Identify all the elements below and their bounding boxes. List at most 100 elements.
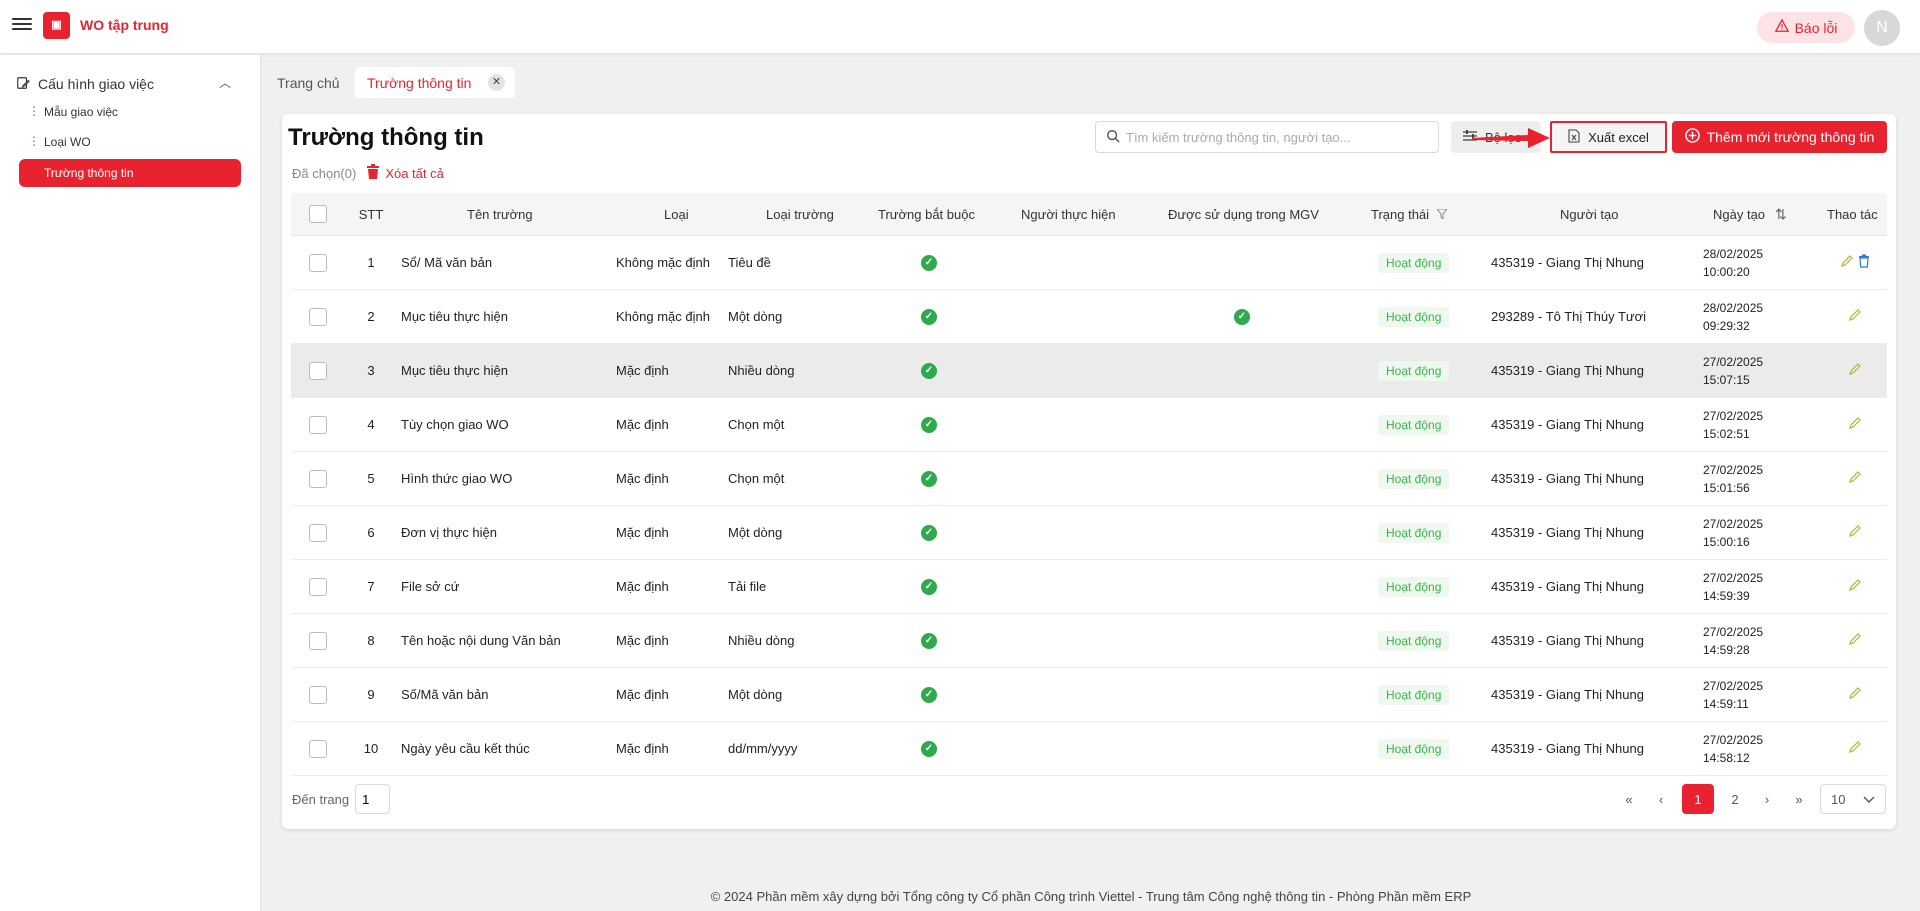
- table-row[interactable]: 9 Số/Mã văn bản Mặc định Một dòng ✓ Hoạt động…: [291, 668, 1887, 722]
- drag-dots-icon: ⋮: [28, 134, 40, 148]
- row-stt: 3: [367, 363, 375, 378]
- page-2-button[interactable]: 2: [1724, 792, 1746, 807]
- main-card: Trường thông tin Đã chọn(0) Xóa tất cả B…: [282, 114, 1896, 829]
- filter-funnel-icon[interactable]: [1436, 207, 1449, 222]
- row-checkbox[interactable]: [309, 469, 327, 488]
- row-name: Mục tiêu thực hiện: [401, 309, 508, 324]
- export-excel-button[interactable]: Xuất excel: [1550, 121, 1667, 153]
- edit-pencil-icon[interactable]: [1848, 524, 1862, 541]
- table-row[interactable]: 7 File sở cứ Mặc định Tải file ✓ Hoạt động 435…: [291, 560, 1887, 614]
- prev-page-icon[interactable]: ‹: [1650, 792, 1672, 807]
- row-checkbox[interactable]: [309, 253, 327, 272]
- row-checkbox[interactable]: [309, 631, 327, 650]
- page-1-button[interactable]: 1: [1682, 784, 1714, 814]
- search-box[interactable]: [1095, 121, 1439, 153]
- edit-pencil-icon[interactable]: [1848, 308, 1862, 325]
- sidebar-item-truong-thong-tin[interactable]: Trường thông tin: [19, 159, 241, 187]
- row-time: 15:07:15: [1703, 372, 1750, 387]
- table-row[interactable]: 5 Hình thức giao WO Mặc định Chọn một ✓ Hoạt …: [291, 452, 1887, 506]
- last-page-icon[interactable]: »: [1788, 792, 1810, 807]
- pagination: « ‹ 1 2 › » 10: [1618, 784, 1886, 814]
- check-circle-icon: ✓: [921, 740, 937, 757]
- row-type: Không mặc định: [616, 309, 710, 324]
- row-checkbox[interactable]: [309, 685, 327, 704]
- check-circle-icon: ✓: [921, 578, 937, 595]
- row-field-type: Chọn một: [728, 417, 785, 432]
- status-badge: Hoạt động: [1378, 252, 1450, 273]
- top-bar: ▣ WO tập trung Báo lỗi N: [0, 0, 1920, 54]
- row-checkbox[interactable]: [309, 361, 327, 380]
- sort-arrows-icon[interactable]: ⇅: [1775, 206, 1787, 223]
- tab-home[interactable]: Trang chủ: [265, 67, 352, 98]
- table-row[interactable]: 1 Sổ/ Mã văn bản Không mặc định Tiêu đề ✓ Hoạ…: [291, 236, 1887, 290]
- goto-page-label: Đến trang: [292, 791, 350, 807]
- delete-all-button[interactable]: Xóa tất cả: [366, 164, 444, 183]
- sidebar-group-label: Cấu hình giao việc: [38, 76, 154, 92]
- row-date: 28/02/2025: [1703, 246, 1764, 261]
- edit-pencil-icon[interactable]: [1848, 416, 1862, 433]
- col-header-creator: Người tạo: [1560, 206, 1619, 222]
- next-page-icon[interactable]: ›: [1756, 792, 1778, 807]
- edit-pencil-icon[interactable]: [1848, 740, 1862, 757]
- first-page-icon[interactable]: «: [1618, 792, 1640, 807]
- hamburger-menu-icon[interactable]: [12, 15, 32, 35]
- row-name: File sở cứ: [401, 579, 460, 594]
- goto-page-input[interactable]: [355, 784, 391, 814]
- row-creator: 435319 - Giang Thị Nhung: [1491, 525, 1644, 540]
- table-row[interactable]: 6 Đơn vị thực hiện Mặc định Một dòng ✓ Hoạt đ…: [291, 506, 1887, 560]
- tab-label: Trường thông tin: [367, 74, 472, 91]
- search-input[interactable]: [1126, 129, 1426, 145]
- edit-pencil-icon[interactable]: [1848, 470, 1862, 487]
- sidebar-item-mau-giao-viec[interactable]: ⋮ Mẫu giao việc: [19, 98, 241, 126]
- check-circle-icon: ✓: [1234, 308, 1250, 325]
- page-size-select[interactable]: 10: [1820, 784, 1886, 814]
- report-bug-button[interactable]: Báo lỗi: [1757, 12, 1855, 43]
- status-badge: Hoạt động: [1378, 576, 1450, 597]
- row-checkbox[interactable]: [309, 523, 327, 542]
- close-icon[interactable]: ✕: [488, 74, 505, 91]
- row-time: 14:59:11: [1703, 696, 1749, 711]
- table-row[interactable]: 10 Ngày yêu cầu kết thúc Mặc định dd/mm/yyy…: [291, 722, 1887, 776]
- page-size-value: 10: [1831, 791, 1846, 807]
- row-time: 15:00:16: [1703, 534, 1750, 549]
- row-creator: 435319 - Giang Thị Nhung: [1491, 579, 1644, 594]
- table-row[interactable]: 3 Mục tiêu thực hiện Mặc định Nhiều dòng ✓ Ho…: [291, 344, 1887, 398]
- row-date: 27/02/2025: [1703, 732, 1764, 747]
- footer: © 2024 Phần mềm xây dựng bởi Tổng công t…: [710, 889, 1472, 904]
- tab-truong-thong-tin[interactable]: Trường thông tin ✕: [355, 67, 515, 98]
- user-avatar[interactable]: N: [1864, 10, 1900, 46]
- goto-page: Đến trang: [292, 784, 391, 814]
- col-header-mgv: Được sử dụng trong MGV: [1168, 206, 1319, 222]
- delete-icon[interactable]: [1858, 254, 1870, 271]
- row-time: 14:59:39: [1703, 588, 1750, 603]
- edit-pencil-icon[interactable]: [1848, 578, 1862, 595]
- status-badge: Hoạt động: [1378, 522, 1450, 543]
- check-circle-icon: ✓: [921, 254, 937, 271]
- table-row[interactable]: 4 Tùy chọn giao WO Mặc định Chọn một ✓ Hoạt đ…: [291, 398, 1887, 452]
- add-field-button[interactable]: Thêm mới trường thông tin: [1672, 121, 1887, 153]
- export-excel-label: Xuất excel: [1588, 129, 1649, 145]
- select-all-checkbox[interactable]: [309, 205, 327, 223]
- row-checkbox[interactable]: [309, 415, 327, 434]
- sidebar-item-loai-wo[interactable]: ⋮ Loại WO: [19, 128, 241, 156]
- row-checkbox[interactable]: [309, 577, 327, 596]
- row-name: Tùy chọn giao WO: [401, 417, 509, 432]
- edit-pencil-icon[interactable]: [1840, 254, 1854, 271]
- check-circle-icon: ✓: [921, 686, 937, 703]
- row-stt: 9: [367, 687, 375, 702]
- row-stt: 7: [367, 579, 375, 594]
- table-row[interactable]: 8 Tên hoặc nội dung Văn bản Mặc định Nhiều …: [291, 614, 1887, 668]
- row-date: 28/02/2025: [1703, 300, 1764, 315]
- sidebar-group-config[interactable]: Cấu hình giao việc ︿: [16, 72, 231, 96]
- edit-pencil-icon[interactable]: [1848, 362, 1862, 379]
- row-checkbox[interactable]: [309, 307, 327, 326]
- row-checkbox[interactable]: [309, 739, 327, 758]
- edit-pencil-icon[interactable]: [1848, 632, 1862, 649]
- row-name: Hình thức giao WO: [401, 471, 513, 486]
- row-field-type: Một dòng: [728, 687, 783, 702]
- col-header-required: Trường bắt buộc: [878, 206, 975, 222]
- edit-pencil-icon[interactable]: [1848, 686, 1862, 703]
- check-circle-icon: ✓: [921, 524, 937, 541]
- row-stt: 2: [367, 309, 375, 324]
- table-row[interactable]: 2 Mục tiêu thực hiện Không mặc định Một dòn…: [291, 290, 1887, 344]
